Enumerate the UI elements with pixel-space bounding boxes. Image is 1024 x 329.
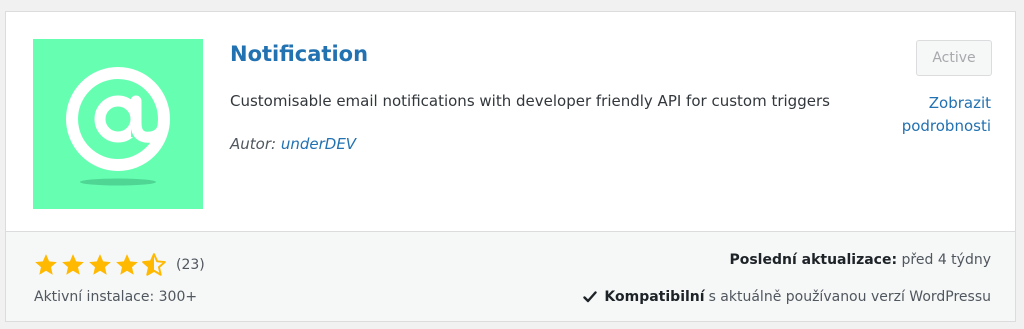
star-filled-icon xyxy=(35,254,57,275)
star-filled-icon xyxy=(89,254,111,275)
last-updated-value: před 4 týdny xyxy=(901,252,991,268)
author-link[interactable]: underDEV xyxy=(281,135,356,153)
star-half-icon xyxy=(142,253,166,276)
compat-text: s aktuálně používanou verzí WordPressu xyxy=(708,289,991,305)
star-rating: (23) xyxy=(33,252,205,278)
compatibility: Kompatibilní s aktuálně používanou verzí… xyxy=(583,289,991,305)
author-prefix: Autor: xyxy=(230,135,277,153)
plugin-icon[interactable] xyxy=(33,39,203,209)
active-button[interactable]: Active xyxy=(916,40,992,76)
compat-label: Kompatibilní xyxy=(604,289,705,305)
more-details-link[interactable]: Zobrazit podrobnosti xyxy=(881,92,991,138)
rating-count: (23) xyxy=(176,257,205,273)
plugin-card: Notification Customisable email notifica… xyxy=(5,11,1016,322)
at-sign-icon xyxy=(33,39,203,209)
active-installs: Aktivní instalace: 300+ xyxy=(34,289,198,305)
last-updated-label: Poslední aktualizace: xyxy=(729,252,898,268)
plugin-card-bottom: (23) Aktivní instalace: 300+ Poslední ak… xyxy=(6,231,1015,321)
plugin-author: Autor: underDEV xyxy=(230,135,356,153)
plugin-description: Customisable email notifications with de… xyxy=(230,92,830,110)
checkmark-icon xyxy=(583,291,598,303)
last-updated: Poslední aktualizace: před 4 týdny xyxy=(729,252,991,268)
plugin-card-top: Notification Customisable email notifica… xyxy=(6,12,1015,231)
star-filled-icon xyxy=(62,254,84,275)
plugin-title[interactable]: Notification xyxy=(230,42,368,66)
star-filled-icon xyxy=(116,254,138,275)
